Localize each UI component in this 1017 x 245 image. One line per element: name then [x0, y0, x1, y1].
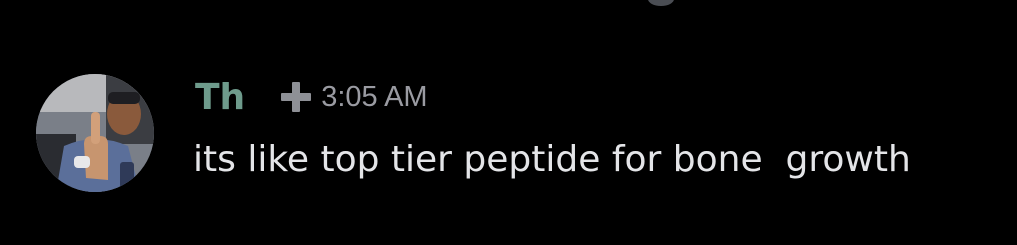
avatar-image: [36, 74, 154, 192]
username[interactable]: Th: [195, 77, 245, 118]
message-header: Th 3:05 AM: [195, 72, 428, 122]
plus-icon[interactable]: [279, 80, 313, 114]
chat-message[interactable]: Th 3:05 AM its like top tier peptide for…: [0, 0, 1017, 245]
message-content: its like top tier peptide for bone growt…: [193, 139, 911, 180]
avatar[interactable]: [36, 74, 154, 192]
message-timestamp[interactable]: 3:05 AM: [321, 81, 427, 114]
